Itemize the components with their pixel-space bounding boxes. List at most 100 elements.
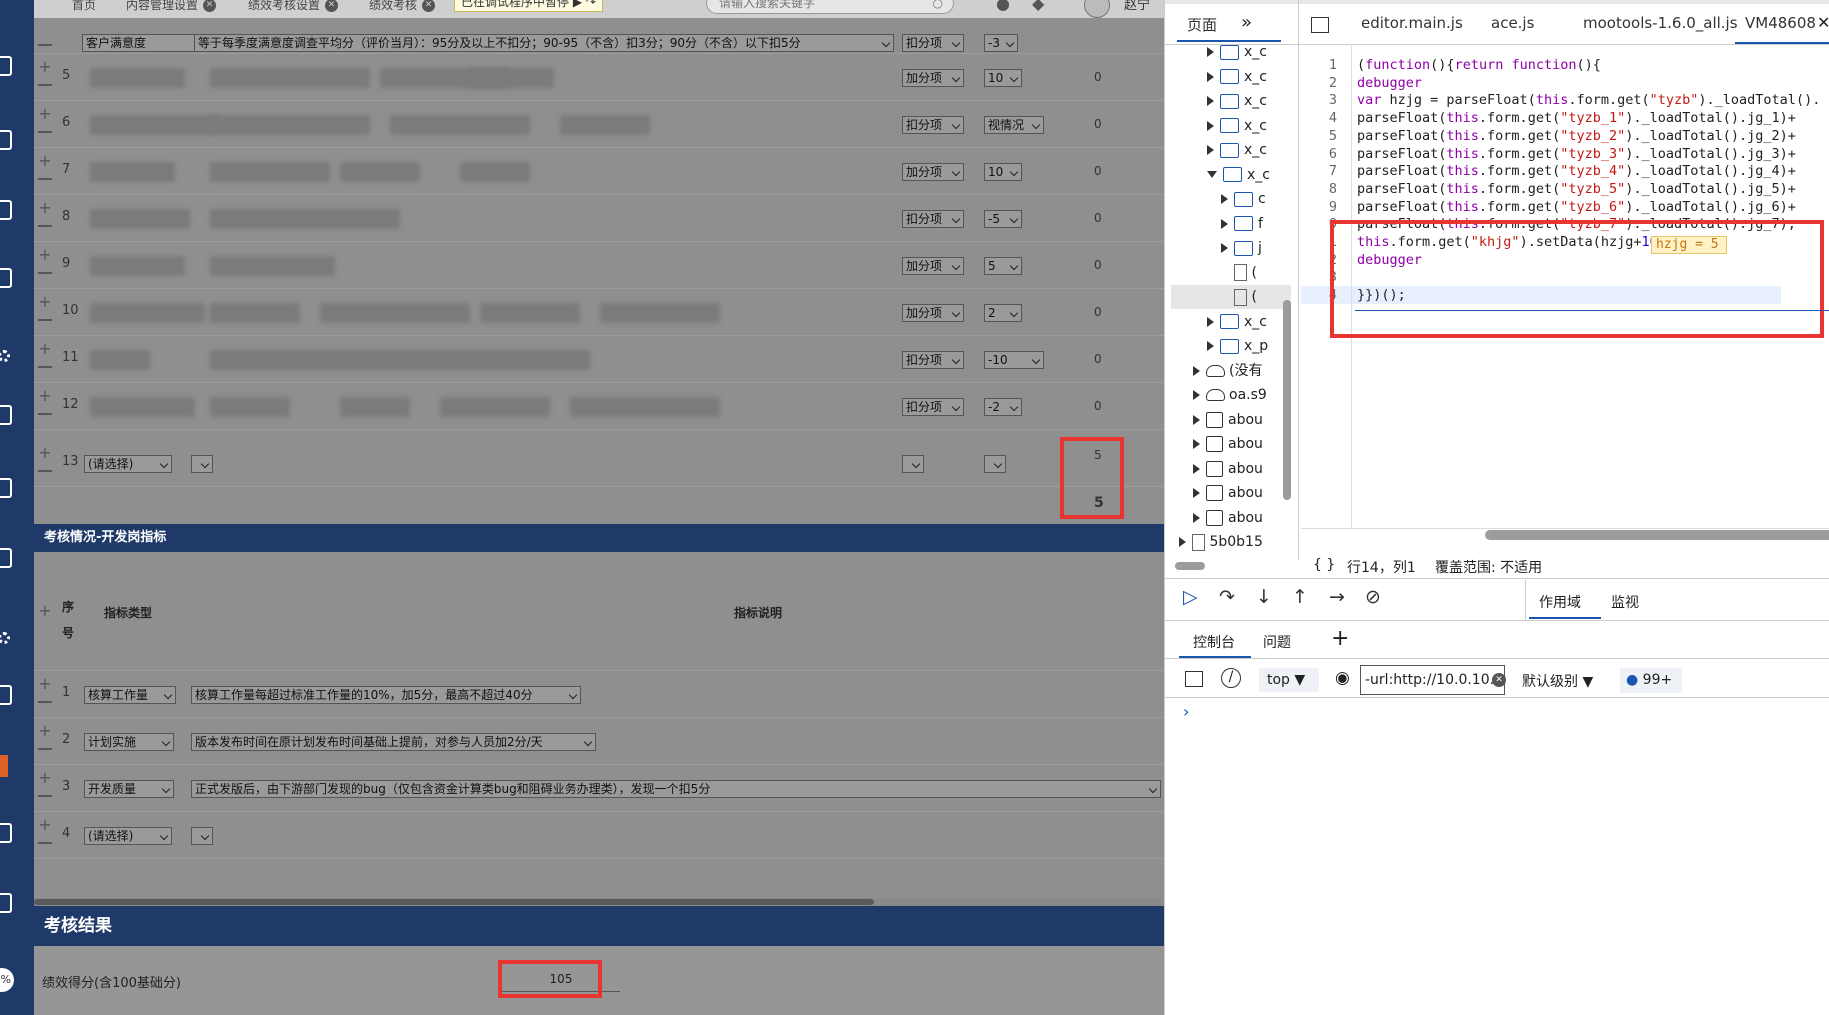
step-out-icon[interactable]: ↑ [1292, 586, 1308, 608]
chart-icon[interactable] [0, 893, 12, 913]
tree-item[interactable]: 5b0b15 [1179, 530, 1263, 554]
plus-icon[interactable]: + [38, 341, 52, 357]
tree-item[interactable]: x_c [1207, 65, 1267, 89]
chevron-right-icon[interactable] [1207, 341, 1214, 351]
file-tab[interactable]: mootools-1.6.0_all.js [1583, 14, 1738, 32]
tree-item[interactable]: ( [1171, 285, 1291, 309]
score-select[interactable]: -10 [984, 351, 1044, 369]
description-select[interactable]: 核算工作量每超过标准工作量的10%，加5分，最高不超过40分 [191, 686, 581, 704]
message-icon[interactable]: ● [996, 0, 1010, 13]
line-number[interactable]: 8 [1301, 180, 1337, 198]
code-line[interactable]: 8 parseFloat(this.form.get("tyzb_5")._loa… [1301, 180, 1796, 198]
window-icon[interactable] [0, 478, 12, 498]
score-select[interactable]: -3 [984, 34, 1018, 52]
minus-icon[interactable] [38, 223, 52, 227]
tab-console[interactable]: 控制台 [1193, 632, 1235, 652]
badge-icon[interactable] [0, 755, 8, 777]
chevron-right-icon[interactable] [1207, 71, 1214, 82]
score-select[interactable]: -2 [984, 398, 1022, 416]
resume-icon[interactable]: ▶ [573, 0, 582, 9]
plus-icon[interactable]: + [38, 388, 52, 404]
mode-select[interactable]: 扣分项 [902, 351, 964, 369]
minus-icon[interactable] [38, 364, 52, 368]
list-icon[interactable] [0, 685, 12, 705]
search-icon[interactable]: ○ [933, 0, 943, 13]
document-icon[interactable] [0, 200, 12, 220]
plus-icon[interactable]: + [38, 153, 52, 169]
minus-icon[interactable] [38, 746, 52, 750]
description-select[interactable]: 版本发布时间在原计划发布时间基础上提前，对参与人员加2分/天 [191, 733, 596, 751]
tab-home[interactable]: 首页 [64, 0, 104, 16]
mode-select[interactable] [902, 455, 924, 473]
tree-item[interactable]: abou [1193, 457, 1263, 481]
tab-content-settings[interactable]: 内容管理设置 ✕ [118, 0, 224, 16]
tab-page[interactable]: 页面 [1187, 14, 1217, 35]
description-select[interactable]: 正式发版后，由下游部门发现的bug（仅包含资金计算类bug和阻碍业务办理类），发… [191, 780, 1161, 798]
tree-item[interactable]: x_p [1207, 334, 1268, 358]
code-line[interactable]: 9 parseFloat(this.form.get("tyzb_6")._loa… [1301, 198, 1796, 216]
nav-icon[interactable] [0, 56, 12, 76]
plus-icon[interactable]: + [38, 723, 52, 739]
chevron-right-icon[interactable] [1207, 120, 1214, 131]
tree-item[interactable]: j [1221, 236, 1262, 260]
tree-item[interactable]: (没有 [1193, 359, 1262, 383]
minus-icon[interactable] [38, 176, 52, 180]
minus-icon[interactable] [38, 840, 52, 844]
plus-icon[interactable]: + [38, 294, 52, 310]
score-select[interactable]: 10 [984, 163, 1022, 181]
sidebar-toggle-icon[interactable] [1311, 17, 1329, 33]
chevron-right-icon[interactable] [1193, 488, 1200, 498]
chevron-right-icon[interactable] [1221, 218, 1228, 229]
mode-select[interactable]: 扣分项 [902, 116, 964, 134]
chevron-down-icon[interactable] [1207, 171, 1217, 178]
close-icon[interactable]: ✕ [422, 0, 436, 12]
code-line[interactable]: 1 (function(){return function(){ [1301, 56, 1781, 74]
plus-icon[interactable]: + [38, 676, 52, 692]
line-number[interactable]: 5 [1301, 127, 1337, 145]
issues-counter[interactable]: ● 99+ [1620, 668, 1682, 693]
minus-icon[interactable] [38, 793, 52, 797]
tree-item[interactable]: x_c [1207, 163, 1270, 187]
log-level-select[interactable]: 默认级别 ▼ [1522, 671, 1593, 691]
calendar-icon[interactable] [0, 268, 12, 288]
chevron-right-icon[interactable] [1193, 390, 1200, 400]
tree-item[interactable]: x_c [1207, 310, 1267, 334]
score-select[interactable]: 10 [984, 69, 1022, 87]
chevron-right-icon[interactable] [1193, 512, 1200, 523]
skin-icon[interactable]: ◆ [1032, 0, 1044, 13]
sidebar-toggle-icon[interactable] [1185, 671, 1203, 687]
line-number[interactable]: 7 [1301, 162, 1337, 180]
chevron-right-icon[interactable] [1221, 243, 1228, 253]
chevron-right-icon[interactable] [1193, 463, 1200, 474]
minus-icon[interactable] [38, 42, 52, 46]
plus-icon[interactable]: + [38, 106, 52, 122]
plus-icon[interactable]: + [38, 603, 52, 619]
gear-icon[interactable] [0, 350, 10, 362]
chevron-right-icon[interactable] [1193, 414, 1200, 425]
step-over-icon[interactable]: ↷ [1219, 586, 1235, 608]
tree-item[interactable]: f [1221, 212, 1263, 236]
clear-filter-icon[interactable]: ✕ [1492, 673, 1506, 687]
screen-icon[interactable] [0, 405, 12, 425]
description-select[interactable] [191, 827, 213, 845]
tab-scope[interactable]: 作用域 [1539, 592, 1581, 612]
plus-icon[interactable]: + [38, 200, 52, 216]
chevron-right-icon[interactable] [1193, 365, 1200, 376]
tab-kpi[interactable]: 绩效考核 ✕ [361, 0, 443, 16]
file-tab[interactable]: ace.js [1491, 14, 1534, 32]
horizontal-scrollbar[interactable] [34, 898, 1164, 906]
mode-select[interactable]: 扣分项 [902, 34, 964, 52]
type-select[interactable]: 开发质量 [84, 780, 174, 798]
tree-item[interactable]: x_c [1207, 138, 1267, 162]
tree-item[interactable]: abou [1193, 408, 1263, 432]
console-filter-input[interactable]: -url:http://10.0.10.9 [1360, 665, 1505, 695]
code-line[interactable]: 3 var hzjg = parseFloat(this.form.get("ty… [1301, 91, 1820, 109]
tree-item[interactable]: abou [1193, 506, 1263, 530]
tree-item[interactable]: abou [1193, 432, 1263, 456]
add-tab-icon[interactable]: + [1331, 626, 1349, 651]
step-into-icon[interactable]: ↓ [1256, 586, 1272, 608]
description-select[interactable]: 等于每季度满意度调查平均分（评价当月）：95分及以上不扣分；90-95（不含）扣… [194, 34, 894, 52]
minus-icon[interactable] [38, 699, 52, 703]
line-number[interactable]: 1 [1301, 56, 1337, 74]
close-icon[interactable]: ✕ [325, 0, 339, 12]
